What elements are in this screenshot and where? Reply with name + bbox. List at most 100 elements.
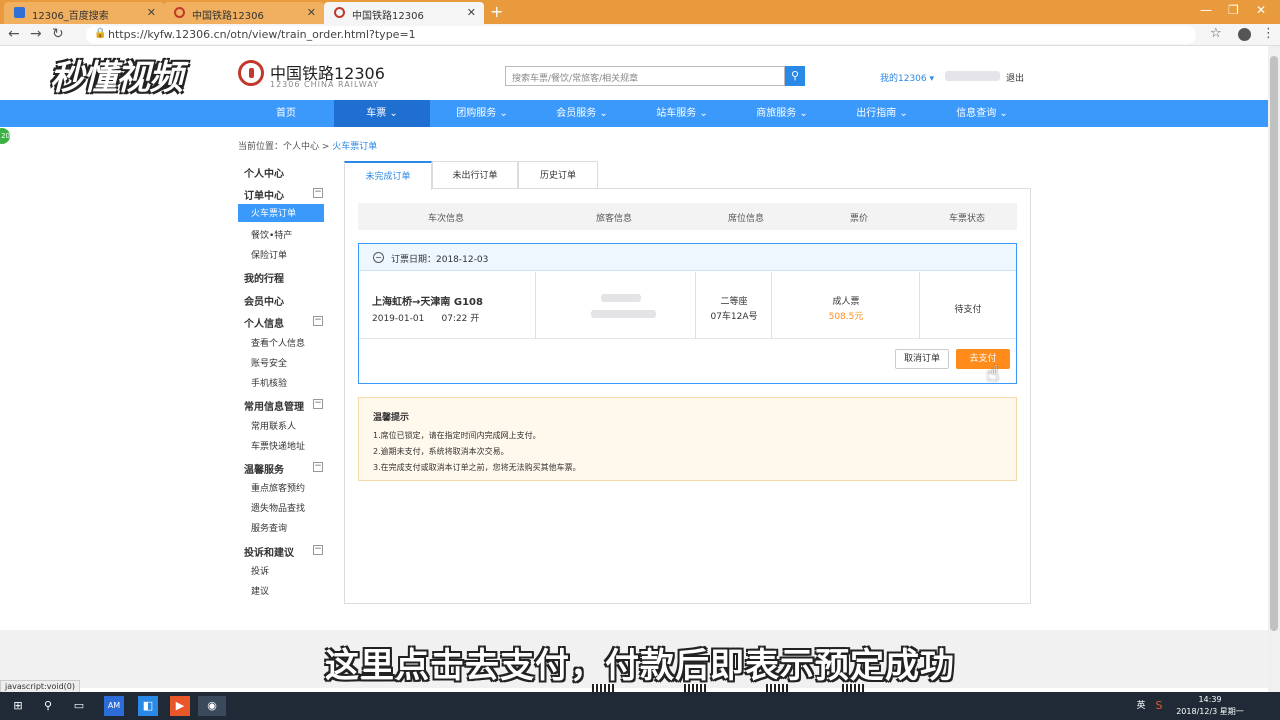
close-icon[interactable]: ✕	[147, 6, 156, 19]
new-tab-icon[interactable]: +	[490, 2, 503, 21]
tab-untraveled-orders[interactable]: 未出行订单	[432, 161, 518, 189]
nav-business[interactable]: 商旅服务 ⌄	[734, 100, 830, 127]
nav-station[interactable]: 站车服务 ⌄	[634, 100, 730, 127]
ticket-price: 508.5元	[828, 312, 864, 322]
app-am-icon[interactable]: AM	[104, 696, 124, 716]
app-blue-icon[interactable]: ◧	[138, 696, 158, 716]
floating-widget-icon[interactable]: 20	[0, 126, 12, 146]
tray-app-icon[interactable]: S	[1152, 696, 1166, 716]
clock-time: 14:39	[1198, 695, 1222, 704]
close-icon[interactable]: ✕	[467, 6, 476, 19]
nav-info[interactable]: 信息查询 ⌄	[934, 100, 1030, 127]
tab-history-orders[interactable]: 历史订单	[518, 161, 598, 189]
url-input[interactable]: 🔒 https://kyfw.12306.cn/otn/view/train_o…	[86, 26, 1196, 44]
account-icon[interactable]	[1238, 28, 1251, 41]
pay-button[interactable]: 去支付	[956, 349, 1010, 369]
sidebar-suggestion[interactable]: 建议	[251, 584, 269, 597]
collapse-circle-icon[interactable]: −	[373, 252, 384, 263]
sidebar-view-info[interactable]: 查看个人信息	[251, 336, 305, 349]
browser-tab-baidu[interactable]: 12306_百度搜索 ✕	[4, 2, 164, 24]
order-date: 订票日期：2018-12-03	[391, 255, 489, 265]
collapse-icon[interactable]: −	[313, 316, 323, 326]
minimize-icon[interactable]: —	[1200, 3, 1212, 17]
nav-label: 出行指南	[856, 108, 897, 119]
breadcrumb-current[interactable]: 火车票订单	[332, 142, 377, 152]
collapse-icon[interactable]: −	[313, 462, 323, 472]
sidebar-priority-booking[interactable]: 重点旅客预约	[251, 481, 305, 494]
sidebar-common-info[interactable]: 常用信息管理	[244, 398, 304, 413]
nav-guide[interactable]: 出行指南 ⌄	[834, 100, 930, 127]
logout-link[interactable]: 退出	[1006, 71, 1024, 84]
forward-icon[interactable]: →	[30, 26, 42, 42]
sidebar-warm-service[interactable]: 温馨服务	[244, 461, 284, 476]
window-close-icon[interactable]: ✕	[1256, 3, 1266, 17]
page-scrollbar[interactable]	[1268, 46, 1280, 692]
sidebar-personal-center[interactable]: 个人中心	[244, 165, 284, 180]
passenger-info-cell	[536, 272, 696, 338]
sidebar-contacts[interactable]: 常用联系人	[251, 419, 296, 432]
tip-item: 1.席位已锁定，请在指定时间内完成网上支付。	[373, 431, 541, 440]
site-search-input[interactable]: 搜索车票/餐饮/常旅客/相关规章	[505, 66, 785, 86]
back-icon[interactable]: ←	[8, 26, 20, 42]
seat-info-cell: 二等座 07车12A号	[696, 272, 772, 338]
scrollbar-thumb[interactable]	[1270, 56, 1278, 631]
sidebar-service-query[interactable]: 服务查询	[251, 521, 287, 534]
menu-icon[interactable]: ⋮	[1262, 26, 1275, 41]
cancel-order-button[interactable]: 取消订单	[895, 349, 949, 369]
close-icon[interactable]: ✕	[307, 6, 316, 19]
sidebar-member-center[interactable]: 会员中心	[244, 293, 284, 308]
my12306-link[interactable]: 我的12306 ▾	[880, 71, 934, 84]
browser-tab-12306-a[interactable]: 中国铁路12306 ✕	[164, 2, 324, 24]
sidebar-train-orders[interactable]: 火车票订单	[238, 204, 324, 222]
search-icon[interactable]: ⚲	[785, 66, 805, 86]
tab-unfinished-orders[interactable]: 未完成订单	[344, 161, 432, 190]
seat-number: 07车12A号	[710, 312, 758, 322]
collapse-icon[interactable]: −	[313, 188, 323, 198]
nav-group[interactable]: 团购服务 ⌄	[434, 100, 530, 127]
collapse-icon[interactable]: −	[313, 545, 323, 555]
windows-start-icon[interactable]: ⊞	[8, 696, 28, 716]
sidebar-complaints[interactable]: 投诉和建议	[244, 544, 294, 559]
col-seat-info: 席位信息	[728, 214, 765, 224]
chrome-icon[interactable]: ◉	[198, 696, 226, 716]
nav-home[interactable]: 首页	[238, 100, 334, 127]
sidebar-phone-verify[interactable]: 手机核验	[251, 376, 287, 389]
sidebar-insurance[interactable]: 保险订单	[251, 248, 287, 261]
video-watermark: 秒懂视频	[50, 58, 183, 98]
lock-icon: 🔒	[94, 28, 107, 39]
breadcrumb-prefix: 当前位置：个人中心 >	[238, 142, 333, 152]
app-orange-icon[interactable]: ▶	[170, 696, 190, 716]
railway-logo-icon[interactable]	[238, 60, 264, 86]
my12306-label: 我的12306	[880, 74, 927, 84]
hand-cursor-icon: ☝	[986, 362, 1000, 387]
sidebar-lost-found[interactable]: 遗失物品查找	[251, 501, 305, 514]
clock-date: 2018/12/3 星期一	[1176, 707, 1244, 716]
sidebar-order-center[interactable]: 订单中心	[244, 187, 284, 202]
sidebar-complaint[interactable]: 投诉	[251, 564, 269, 577]
restore-icon[interactable]: ❐	[1228, 3, 1239, 17]
nav-tickets[interactable]: 车票 ⌄	[334, 100, 430, 127]
sidebar-my-trips[interactable]: 我的行程	[244, 270, 284, 285]
sidebar-personal-info[interactable]: 个人信息	[244, 315, 284, 330]
address-bar: ← → ↻ 🔒 https://kyfw.12306.cn/otn/view/t…	[0, 24, 1280, 46]
taskbar-clock[interactable]: 14:39 2018/12/3 星期一	[1170, 694, 1250, 718]
collapse-icon[interactable]: −	[313, 399, 323, 409]
task-view-icon[interactable]: ▭	[68, 696, 90, 716]
site-logo-subtitle: 12306 CHINA RAILWAY	[270, 80, 379, 89]
sidebar-account-security[interactable]: 账号安全	[251, 356, 287, 369]
nav-label: 商旅服务	[756, 108, 797, 119]
sidebar-delivery-address[interactable]: 车票快递地址	[251, 439, 305, 452]
bookmark-star-icon[interactable]: ☆	[1210, 26, 1222, 41]
nav-member[interactable]: 会员服务 ⌄	[534, 100, 630, 127]
warm-tips-box: 温馨提示 1.席位已锁定，请在指定时间内完成网上支付。 2.逾期未支付，系统将取…	[358, 397, 1017, 481]
browser-tab-12306-active[interactable]: 中国铁路12306 ✕	[324, 2, 484, 24]
railway-icon	[174, 7, 185, 18]
passenger-name-blurred	[601, 294, 641, 302]
tips-title: 温馨提示	[373, 413, 410, 423]
search-icon[interactable]: ⚲	[38, 696, 58, 716]
reload-icon[interactable]: ↻	[52, 26, 64, 42]
ime-lang[interactable]: 英	[1134, 696, 1148, 716]
sidebar-food[interactable]: 餐饮•特产	[251, 228, 292, 241]
seat-class: 二等座	[720, 297, 748, 307]
train-info-cell: 上海虹桥→天津南 G108 2019-01-01 07:22 开	[359, 272, 536, 338]
